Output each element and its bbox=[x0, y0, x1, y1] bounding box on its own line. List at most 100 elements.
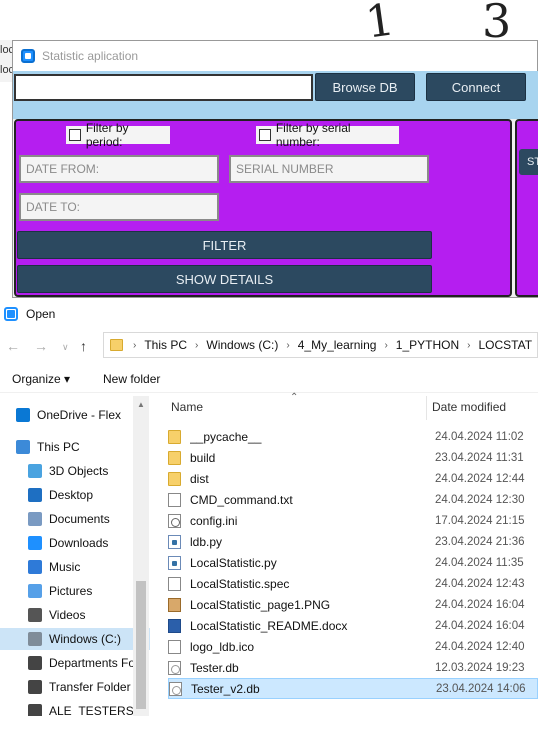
breadcrumb-item[interactable]: Windows (C:) bbox=[206, 338, 278, 352]
date-to-field[interactable]: DATE TO: bbox=[19, 193, 219, 221]
new-folder-button[interactable]: New folder bbox=[103, 372, 160, 386]
scroll-up-icon[interactable]: ▲ bbox=[137, 400, 145, 409]
nav-item[interactable]: ALE_TESTERS (\\ bbox=[0, 700, 150, 716]
folder-icon bbox=[168, 471, 181, 486]
filter-button[interactable]: FILTER bbox=[17, 231, 432, 259]
file-row[interactable]: LocalStatistic_page1.PNG 24.04.2024 16:04 bbox=[168, 594, 538, 615]
nav-pane-scrollbar[interactable]: ▲ bbox=[133, 396, 149, 716]
checkbox-box[interactable] bbox=[259, 129, 271, 141]
db-path-input[interactable] bbox=[14, 74, 313, 101]
nav-item-label: Pictures bbox=[49, 584, 93, 598]
file-name: config.ini bbox=[190, 513, 238, 528]
address-bar[interactable]: › This PC › Windows (C:) › 4_My_learning… bbox=[103, 332, 538, 358]
file-row[interactable]: LocalStatistic.spec 24.04.2024 12:43 bbox=[168, 573, 538, 594]
nav-item[interactable]: Downloads bbox=[0, 532, 150, 554]
nav-item[interactable]: Pictures bbox=[0, 580, 150, 602]
navigation-pane: OneDrive - Flex This PC 3D Objects Desktop D… bbox=[0, 396, 150, 716]
file-list: ⌃ Name Date modified __pycache__ 24.04.20… bbox=[150, 392, 538, 726]
file-row[interactable]: build 23.04.2024 11:31 bbox=[168, 447, 538, 468]
python-file-icon bbox=[168, 555, 181, 570]
filter-by-serial-label: Filter by serial number: bbox=[275, 121, 351, 149]
file-row[interactable]: CMD_command.txt 24.04.2024 12:30 bbox=[168, 489, 538, 510]
document-icon bbox=[168, 576, 181, 591]
divider bbox=[0, 392, 538, 393]
nav-item[interactable]: Videos bbox=[0, 604, 150, 626]
date-from-field[interactable]: DATE FROM: bbox=[19, 155, 219, 183]
nav-item[interactable]: OneDrive - Flex bbox=[0, 404, 150, 426]
chevron-right-icon: › bbox=[286, 339, 290, 351]
back-icon[interactable]: ← bbox=[6, 338, 20, 354]
connect-button[interactable]: Connect bbox=[426, 73, 526, 101]
nav-item-label: Windows (C:) bbox=[49, 632, 122, 646]
app-title-bar: Statistic aplication bbox=[13, 41, 537, 71]
breadcrumb-item[interactable]: LOCSTAT bbox=[479, 338, 533, 352]
file-date: 24.04.2024 16:04 bbox=[435, 619, 525, 632]
file-row[interactable]: ldb.py 23.04.2024 21:36 bbox=[168, 531, 538, 552]
file-row[interactable]: logo_ldb.ico 24.04.2024 12:40 bbox=[168, 636, 538, 657]
breadcrumb-item[interactable]: 4_My_learning bbox=[298, 338, 377, 352]
filter-by-period-checkbox[interactable]: Filter by period: bbox=[66, 121, 170, 149]
side-button[interactable]: ST bbox=[519, 149, 538, 175]
nav-item-label: This PC bbox=[37, 440, 80, 454]
nav-item[interactable]: Desktop bbox=[0, 484, 150, 506]
show-details-button[interactable]: SHOW DETAILS bbox=[17, 265, 432, 293]
nav-item[interactable]: Windows (C:) bbox=[0, 628, 150, 650]
file-row[interactable]: config.ini 17.04.2024 21:15 bbox=[168, 510, 538, 531]
column-header-name[interactable]: Name bbox=[171, 400, 203, 414]
file-name: dist bbox=[190, 471, 209, 486]
scrollbar-thumb[interactable] bbox=[136, 581, 146, 709]
file-row[interactable]: Tester.db 12.03.2024 19:23 bbox=[168, 657, 538, 678]
up-icon[interactable]: ↑ bbox=[80, 338, 87, 354]
serial-number-field[interactable]: SERIAL NUMBER bbox=[229, 155, 429, 183]
file-date: 17.04.2024 21:15 bbox=[435, 514, 525, 527]
nav-item[interactable]: Departments Fol bbox=[0, 652, 150, 674]
download-icon bbox=[28, 536, 42, 550]
network-drive-icon bbox=[28, 704, 42, 716]
settings-file-icon bbox=[168, 513, 181, 528]
file-date: 24.04.2024 11:35 bbox=[435, 556, 524, 569]
file-name: LocalStatistic_README.docx bbox=[190, 618, 348, 633]
file-row[interactable]: dist 24.04.2024 12:44 bbox=[168, 468, 538, 489]
filter-by-serial-checkbox[interactable]: Filter by serial number: bbox=[256, 121, 399, 149]
file-date: 24.04.2024 12:40 bbox=[435, 640, 525, 653]
file-row[interactable]: LocalStatistic.py 24.04.2024 11:35 bbox=[168, 552, 538, 573]
nav-item[interactable]: This PC bbox=[0, 436, 150, 458]
filter-by-period-label: Filter by period: bbox=[85, 121, 129, 149]
file-row[interactable]: LocalStatistic_README.docx 24.04.2024 16:… bbox=[168, 615, 538, 636]
pc-icon bbox=[16, 440, 30, 454]
nav-item-label: Music bbox=[49, 560, 81, 574]
cloud-icon bbox=[16, 408, 30, 422]
database-file-icon bbox=[168, 660, 181, 675]
file-row[interactable]: Tester_v2.db 23.04.2024 14:06 bbox=[168, 678, 538, 699]
nav-item[interactable]: 3D Objects bbox=[0, 460, 150, 482]
pictures-icon bbox=[28, 584, 42, 598]
file-name: LocalStatistic.py bbox=[190, 555, 277, 570]
file-row[interactable]: __pycache__ 24.04.2024 11:02 bbox=[168, 426, 538, 447]
column-header-date[interactable]: Date modified bbox=[432, 400, 506, 414]
document-icon bbox=[168, 639, 181, 654]
nav-item-label: Departments Fol bbox=[49, 656, 138, 670]
checkbox-box[interactable] bbox=[69, 129, 81, 141]
breadcrumb-item[interactable]: 1_PYTHON bbox=[396, 338, 459, 352]
chevron-right-icon: › bbox=[133, 339, 137, 351]
recent-chevron-icon[interactable]: ∨ bbox=[62, 342, 69, 353]
nav-item[interactable]: Documents bbox=[0, 508, 150, 530]
nav-item[interactable]: Transfer Folder (\ bbox=[0, 676, 150, 698]
column-separator[interactable] bbox=[426, 396, 427, 420]
breadcrumb-item[interactable]: This PC bbox=[144, 338, 187, 352]
file-name: CMD_command.txt bbox=[190, 492, 293, 507]
navigation-bar: ← → ∨ ↑ › This PC › Windows (C:) › 4_My_… bbox=[0, 332, 538, 360]
app-icon bbox=[21, 49, 35, 63]
desktop-icon bbox=[28, 488, 42, 502]
folder-icon bbox=[168, 429, 181, 444]
forward-icon[interactable]: → bbox=[34, 338, 48, 354]
file-date: 24.04.2024 12:30 bbox=[435, 493, 525, 506]
nav-item-label: Transfer Folder (\ bbox=[49, 680, 142, 694]
file-name: __pycache__ bbox=[190, 429, 262, 444]
chevron-right-icon: › bbox=[467, 339, 471, 351]
browse-db-button[interactable]: Browse DB bbox=[315, 73, 415, 101]
db-toolbar: Browse DB Connect bbox=[13, 71, 538, 119]
videos-icon bbox=[28, 608, 42, 622]
organize-button[interactable]: Organize ▾ bbox=[12, 372, 70, 386]
nav-item[interactable]: Music bbox=[0, 556, 150, 578]
